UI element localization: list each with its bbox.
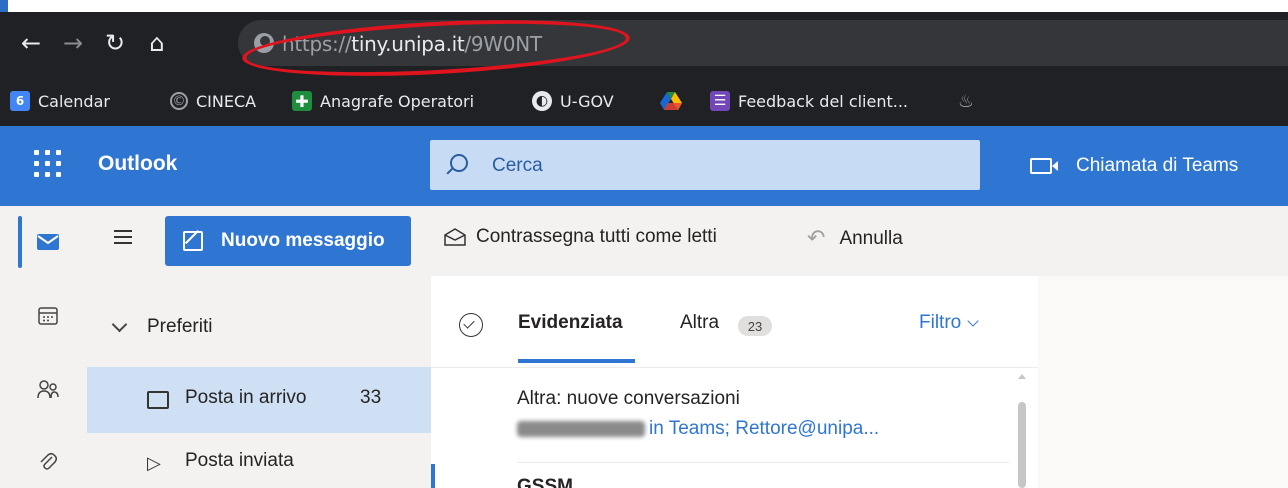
- paperclip-icon[interactable]: [36, 450, 60, 474]
- scrollbar[interactable]: [1016, 368, 1028, 488]
- mark-all-read-button[interactable]: Contrassegna tutti come letti: [444, 226, 717, 248]
- folder-item-sent[interactable]: ▷ Posta inviata: [87, 433, 431, 488]
- list-item[interactable]: GSSM: [517, 476, 577, 488]
- bookmark-label: CINECA: [196, 91, 257, 111]
- bookmark-calendar[interactable]: 6 Calendar: [10, 89, 110, 113]
- globe-icon: ◐: [532, 91, 552, 111]
- back-arrow-icon[interactable]: ←: [14, 26, 48, 60]
- calendar-icon[interactable]: [36, 304, 60, 328]
- scroll-up-icon[interactable]: [1018, 374, 1026, 379]
- other-count-badge: 23: [738, 316, 772, 336]
- filter-label: Filtro: [919, 312, 962, 333]
- message-title: Altra: nuove conversazioni: [517, 388, 740, 409]
- bookmark-drive[interactable]: [660, 89, 682, 113]
- chevron-down-icon: [967, 315, 979, 327]
- undo-label: Annulla: [839, 227, 903, 249]
- bookmark-label: Calendar: [38, 91, 110, 111]
- forms-icon: ☰: [710, 91, 730, 111]
- extension-icon: ♨: [957, 90, 975, 112]
- app-launcher-icon[interactable]: [34, 150, 62, 178]
- unread-count: 33: [360, 387, 382, 408]
- favorites-header[interactable]: Preferiti: [111, 316, 213, 338]
- cineca-icon: ©: [170, 92, 188, 110]
- bookmarks-bar: 6 Calendar © CINECA ✚ Anagrafe Operatori…: [0, 76, 1288, 126]
- mail-icon[interactable]: [36, 230, 60, 254]
- undo-button[interactable]: ↶ Annulla: [807, 226, 903, 251]
- menu-icon[interactable]: [114, 230, 132, 244]
- reload-icon[interactable]: ↻: [98, 26, 132, 60]
- forward-arrow-icon[interactable]: →: [56, 26, 90, 60]
- active-indicator: [18, 216, 22, 268]
- favorites-label: Preferiti: [147, 316, 213, 337]
- chevron-down-icon: [111, 316, 128, 332]
- search-placeholder: Cerca: [492, 155, 543, 176]
- undo-icon: ↶: [807, 226, 826, 251]
- scrollbar-thumb[interactable]: [1018, 402, 1026, 488]
- search-icon: [450, 154, 468, 172]
- video-camera-icon: [1030, 158, 1058, 174]
- teams-call-label: Chiamata di Teams: [1076, 155, 1239, 176]
- bookmark-label: U-GOV: [560, 91, 614, 111]
- message-subtitle: in Teams; Rettore@unipa...: [649, 418, 880, 439]
- folder-item-inbox[interactable]: Posta in arrivo 33: [87, 367, 431, 433]
- new-message-label: Nuovo messaggio: [221, 230, 385, 251]
- tab-selected-indicator: [518, 359, 635, 363]
- bookmark-label: Feedback del client...: [738, 91, 909, 111]
- home-icon[interactable]: ⌂: [140, 26, 174, 60]
- bookmark-ugov[interactable]: ◐ U-GOV: [532, 89, 614, 113]
- unread-indicator: [431, 464, 435, 488]
- select-all-checkbox[interactable]: [459, 313, 483, 337]
- cross-icon: ✚: [292, 91, 312, 111]
- people-icon[interactable]: [36, 378, 60, 402]
- folder-pane: Preferiti Posta in arrivo 33 ▷ Posta inv…: [87, 276, 431, 488]
- calendar-icon: 6: [10, 91, 30, 111]
- folder-label: Posta inviata: [185, 450, 294, 471]
- command-bar: Nuovo messaggio Contrassegna tutti come …: [87, 206, 1288, 276]
- bookmark-anagrafe[interactable]: ✚ Anagrafe Operatori: [292, 89, 474, 113]
- mark-all-read-label: Contrassegna tutti come letti: [476, 226, 717, 247]
- teams-call-button[interactable]: Chiamata di Teams: [1030, 151, 1238, 181]
- app-title[interactable]: Outlook: [98, 152, 177, 176]
- filter-button[interactable]: Filtro: [919, 312, 979, 334]
- tab-focused[interactable]: Evidenziata: [518, 312, 623, 334]
- app-header: Outlook Cerca Chiamata di Teams: [0, 126, 1288, 206]
- send-icon: ▷: [147, 453, 161, 474]
- compose-icon: [183, 231, 203, 251]
- bookmark-extension[interactable]: ♨: [956, 89, 984, 113]
- reading-pane: [1038, 276, 1288, 488]
- message-list: Evidenziata Altra 23 Filtro Altra: nuove…: [431, 276, 1038, 488]
- redacted-text: [517, 421, 645, 437]
- envelope-open-icon: [444, 228, 466, 246]
- tab-other[interactable]: Altra: [680, 312, 719, 334]
- new-message-button[interactable]: Nuovo messaggio: [165, 216, 411, 266]
- drive-icon: [660, 92, 682, 110]
- browser-tab-strip: [0, 0, 1288, 12]
- divider: [517, 462, 1009, 463]
- app-rail: [0, 206, 87, 488]
- tab-edge: [0, 0, 8, 12]
- search-input[interactable]: Cerca: [430, 140, 980, 190]
- list-item[interactable]: Altra: nuove conversazioni in Teams; Ret…: [431, 368, 1009, 462]
- inbox-icon: [147, 391, 169, 409]
- bookmark-cineca[interactable]: © CINECA: [170, 89, 256, 113]
- browser-toolbar: ← → ↻ ⌂ https://tiny.unipa.it/9W0NT: [0, 12, 1288, 76]
- message-preview: in Teams; Rettore@unipa...: [517, 418, 879, 440]
- bookmark-label: Anagrafe Operatori: [320, 91, 475, 111]
- folder-label: Posta in arrivo: [185, 387, 307, 408]
- bookmark-feedback[interactable]: ☰ Feedback del client...: [710, 89, 908, 113]
